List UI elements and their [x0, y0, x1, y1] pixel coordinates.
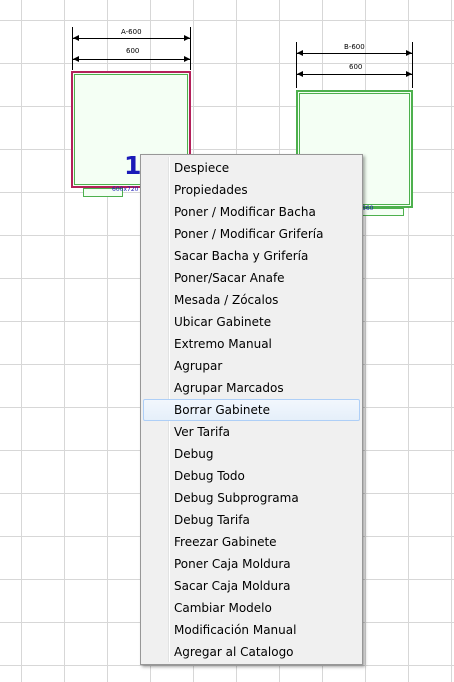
menu-item-sacar-caja-moldura[interactable]: Sacar Caja Moldura: [143, 575, 360, 597]
menu-item-poner-modificar-bacha[interactable]: Poner / Modificar Bacha: [143, 201, 360, 223]
menu-item-sacar-bacha-griferia[interactable]: Sacar Bacha y Grifería: [143, 245, 360, 267]
menu-item-agrupar-marcados[interactable]: Agrupar Marcados: [143, 377, 360, 399]
cabinet-a-dim-width-label: 600: [126, 47, 140, 55]
menu-item-agrupar[interactable]: Agrupar: [143, 355, 360, 377]
cabinet-b-dim-width-label: 600: [349, 63, 363, 71]
cabinet-a-number: 1: [124, 151, 142, 180]
cabinet-b-dim-top-label: B-600: [344, 43, 365, 51]
menu-item-debug-subprograma[interactable]: Debug Subprograma: [143, 487, 360, 509]
cabinet-a-sub-label: 600x720: [112, 186, 139, 193]
menu-item-poner-modificar-griferia[interactable]: Poner / Modificar Grifería: [143, 223, 360, 245]
menu-item-modificacion-manual[interactable]: Modificación Manual: [143, 619, 360, 641]
menu-item-borrar-gabinete[interactable]: Borrar Gabinete: [143, 399, 360, 421]
menu-item-ver-tarifa[interactable]: Ver Tarifa: [143, 421, 360, 443]
menu-item-poner-caja-moldura[interactable]: Poner Caja Moldura: [143, 553, 360, 575]
menu-item-poner-sacar-anafe[interactable]: Poner/Sacar Anafe: [143, 267, 360, 289]
menu-item-debug[interactable]: Debug: [143, 443, 360, 465]
menu-item-debug-tarifa[interactable]: Debug Tarifa: [143, 509, 360, 531]
menu-item-mesada-zocalos[interactable]: Mesada / Zócalos: [143, 289, 360, 311]
menu-item-freezar-gabinete[interactable]: Freezar Gabinete: [143, 531, 360, 553]
menu-item-debug-todo[interactable]: Debug Todo: [143, 465, 360, 487]
menu-item-despiece[interactable]: Despiece: [143, 157, 360, 179]
menu-item-ubicar-gabinete[interactable]: Ubicar Gabinete: [143, 311, 360, 333]
context-menu: Despiece Propiedades Poner / Modificar B…: [140, 154, 363, 665]
cabinet-b-sub-label: 560: [362, 205, 374, 212]
menu-item-propiedades[interactable]: Propiedades: [143, 179, 360, 201]
menu-item-cambiar-modelo[interactable]: Cambiar Modelo: [143, 597, 360, 619]
menu-item-agregar-al-catalogo[interactable]: Agregar al Catalogo: [143, 641, 360, 663]
menu-item-extremo-manual[interactable]: Extremo Manual: [143, 333, 360, 355]
cabinet-a-dim-top-label: A-600: [121, 28, 142, 36]
